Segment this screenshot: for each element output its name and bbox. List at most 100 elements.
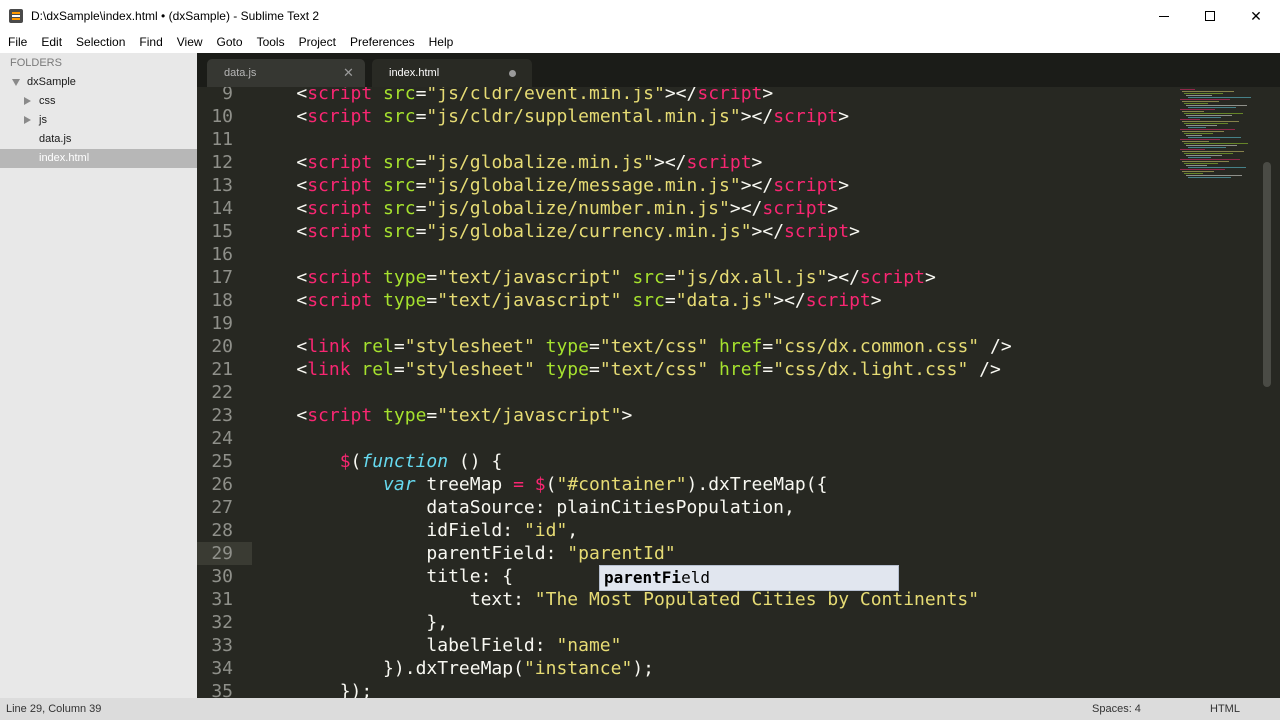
tab-index-html[interactable]: index.html: [372, 59, 532, 87]
code-token: "js/globalize/number.min.js": [426, 198, 730, 219]
code-line[interactable]: 29 parentField: "parentId": [197, 542, 1012, 565]
minimap-line: [1182, 151, 1244, 152]
line-number: 25: [211, 451, 233, 472]
code-token: =: [426, 290, 438, 311]
code-line[interactable]: 21 <link rel="stylesheet" type="text/css…: [197, 358, 1012, 381]
sidebar-item-data-js[interactable]: data.js: [0, 130, 197, 149]
code-line[interactable]: 18 <script type="text/javascript" src="d…: [197, 289, 1012, 312]
code-line[interactable]: 27 dataSource: plainCitiesPopulation,: [197, 496, 1012, 519]
code-token: <: [253, 198, 308, 219]
line-number: 12: [211, 152, 233, 173]
code-token: ></: [740, 175, 774, 196]
indentation-setting[interactable]: Spaces: 4: [1092, 698, 1141, 720]
code-token: script: [773, 106, 839, 127]
code-token: "stylesheet": [404, 336, 535, 357]
code-line[interactable]: 13 <script src="js/globalize/message.min…: [197, 174, 1012, 197]
sidebar-item-label: dxSample: [27, 76, 76, 88]
sidebar-item-js[interactable]: js: [0, 111, 197, 130]
autocomplete-match: parentFi: [604, 568, 682, 587]
code-token: =: [588, 359, 600, 380]
code-line[interactable]: 26 var treeMap = $("#container").dxTreeM…: [197, 473, 1012, 496]
code-line[interactable]: 22: [197, 381, 1012, 404]
code-line[interactable]: 11: [197, 128, 1012, 151]
code-line[interactable]: 20 <link rel="stylesheet" type="text/css…: [197, 335, 1011, 358]
code-line[interactable]: 12 <script src="js/globalize.min.js"></s…: [197, 151, 1012, 174]
chevron-down-icon[interactable]: [12, 79, 20, 86]
code-line[interactable]: 14 <script src="js/globalize/number.min.…: [197, 197, 1012, 220]
menu-view[interactable]: View: [170, 32, 210, 53]
code-token: ></: [827, 267, 860, 288]
close-button[interactable]: ✕: [1233, 0, 1279, 32]
code-line[interactable]: 34 }).dxTreeMap("instance");: [197, 657, 1012, 680]
minimap-line: [1188, 97, 1251, 98]
menu-project[interactable]: Project: [292, 32, 343, 53]
line-number: 15: [211, 221, 233, 242]
code-editor[interactable]: 9 <script src="js/cldr/event.min.js"></s…: [197, 87, 1280, 698]
code-token: () {: [448, 451, 503, 472]
line-number: 10: [211, 106, 233, 127]
code-token: },: [253, 612, 449, 633]
code-line[interactable]: 31 text: "The Most Populated Cities by C…: [197, 588, 1012, 611]
minimap-line: [1188, 137, 1241, 138]
sidebar-item-label: data.js: [39, 133, 72, 145]
sidebar-item-dxsample[interactable]: dxSample: [0, 73, 197, 92]
menu-preferences[interactable]: Preferences: [343, 32, 422, 53]
line-number: 22: [211, 382, 233, 403]
code-line[interactable]: 17 <script type="text/javascript" src="j…: [197, 266, 1012, 289]
code-line[interactable]: 10 <script src="js/cldr/supplemental.min…: [197, 105, 1012, 128]
code-line[interactable]: 25 $(function () {: [197, 450, 1012, 473]
minimap[interactable]: [1176, 87, 1261, 187]
syntax-selector[interactable]: HTML: [1210, 698, 1240, 720]
code-token: script: [307, 405, 373, 426]
code-token: script: [307, 198, 373, 219]
code-token: type: [372, 267, 427, 288]
code-token: });: [253, 681, 373, 698]
code-line[interactable]: 15 <script src="js/globalize/currency.mi…: [197, 220, 1012, 243]
unsaved-dot-icon[interactable]: [509, 70, 516, 77]
line-number: 18: [211, 290, 233, 311]
minimap-line: [1184, 113, 1243, 114]
menu-file[interactable]: File: [1, 32, 34, 53]
maximize-button[interactable]: [1187, 0, 1233, 32]
vertical-scrollbar[interactable]: [1263, 162, 1271, 387]
line-number: 35: [211, 681, 233, 698]
minimize-button[interactable]: [1141, 0, 1187, 32]
code-token: >: [827, 198, 839, 219]
menu-find[interactable]: Find: [132, 32, 169, 53]
code-token: (: [350, 451, 362, 472]
code-token: ></: [729, 198, 763, 219]
menu-tools[interactable]: Tools: [250, 32, 292, 53]
code-line[interactable]: 23 <script type="text/javascript">: [197, 404, 1012, 427]
code-line[interactable]: 32 },: [197, 611, 1012, 634]
code-token: >: [762, 87, 774, 104]
code-line[interactable]: 33 labelField: "name": [197, 634, 1012, 657]
menu-selection[interactable]: Selection: [69, 32, 132, 53]
code-token: labelField:: [253, 635, 557, 656]
code-token: =: [762, 336, 774, 357]
code-token: "name": [556, 635, 622, 656]
menu-goto[interactable]: Goto: [210, 32, 250, 53]
code-line[interactable]: 16: [197, 243, 1012, 266]
sidebar-item-index-html[interactable]: index.html: [0, 149, 197, 168]
minimap-line: [1184, 123, 1228, 124]
code-lines[interactable]: 9 <script src="js/cldr/event.min.js"></s…: [197, 87, 1012, 698]
code-token: "instance": [523, 658, 633, 679]
code-token: >: [838, 106, 850, 127]
sidebar-item-css[interactable]: css: [0, 92, 197, 111]
code-token: <: [253, 87, 308, 104]
menu-help[interactable]: Help: [422, 32, 461, 53]
menu-edit[interactable]: Edit: [34, 32, 69, 53]
code-line[interactable]: 35 });: [197, 680, 1012, 698]
tab-data-js[interactable]: data.js ✕: [207, 59, 365, 87]
code-line[interactable]: 24: [197, 427, 1012, 450]
code-token: =: [393, 359, 405, 380]
chevron-right-icon[interactable]: [24, 97, 31, 105]
tab-close-icon[interactable]: ✕: [343, 59, 354, 87]
autocomplete-popup[interactable]: parentField: [599, 565, 899, 591]
code-token: script: [307, 290, 373, 311]
code-line[interactable]: 28 idField: "id",: [197, 519, 1012, 542]
code-line[interactable]: 9 <script src="js/cldr/event.min.js"></s…: [197, 87, 1012, 105]
code-line[interactable]: 19: [197, 312, 1012, 335]
chevron-right-icon[interactable]: [24, 116, 31, 124]
line-number: 26: [211, 474, 233, 495]
